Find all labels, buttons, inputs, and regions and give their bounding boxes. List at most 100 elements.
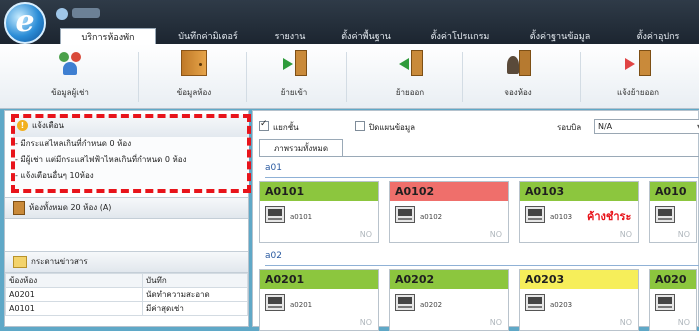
room-id: A0102	[390, 182, 508, 201]
room-code: a0103	[550, 213, 573, 221]
room-id: A020	[650, 270, 696, 289]
room-id: A0203	[520, 270, 638, 289]
news-board-header[interactable]: กระดานข่าวสาร	[5, 251, 248, 273]
alerts-header[interactable]: ! แจ้งเตือน	[13, 115, 249, 138]
table-cell: นัดทำความสะอาด	[142, 287, 248, 302]
reserve-room-button[interactable]: จองห้อง	[480, 50, 556, 106]
room-code: a0101	[290, 213, 313, 221]
news-board-title: กระดานข่าวสาร	[31, 257, 88, 266]
room-card-body: a0101 NO	[260, 201, 378, 242]
room-card-body: a0202 NO	[390, 289, 508, 330]
door-icon	[13, 200, 25, 215]
room-code: a0201	[290, 301, 313, 309]
notify-move-out-icon	[625, 50, 651, 76]
billing-cycle-label: รอบบิล	[557, 123, 582, 132]
table-cell: A0101	[5, 301, 143, 316]
quick-access-toolbar[interactable]	[56, 8, 116, 20]
overdue-note: ค้างชำระ	[587, 210, 632, 223]
meter-icon	[395, 206, 415, 223]
move-out-label: ย้ายออก	[395, 88, 425, 97]
tenant-info-button[interactable]: ข้อมูลผู้เช่า	[32, 50, 108, 106]
room-status: NO	[677, 318, 690, 327]
room-code: a0202	[420, 301, 443, 309]
room-status: NO	[619, 230, 632, 239]
room-card[interactable]: A0202 a0202 NO	[389, 269, 509, 331]
warning-icon: !	[17, 120, 28, 131]
room-card[interactable]: A0203 a0203 NO	[519, 269, 639, 331]
room-code: a0102	[420, 213, 443, 221]
reserve-room-icon	[505, 50, 531, 76]
app-logo[interactable]: e	[4, 2, 46, 44]
ribbon-separator	[246, 52, 247, 102]
room-id: A0202	[390, 270, 508, 289]
move-in-icon	[281, 50, 307, 76]
alerts-list: - มีกระแสไหลเกินที่กำหนด 0 ห้อง - มีผู้เ…	[13, 137, 249, 191]
all-rooms-label: ห้องทั้งหมด 20 ห้อง (A)	[29, 203, 112, 212]
meter-icon	[525, 294, 545, 311]
users-icon	[57, 50, 83, 76]
move-in-button[interactable]: ย้ายเข้า	[256, 50, 332, 106]
room-card-body: a0102 NO	[390, 201, 508, 242]
separate-floors-checkbox[interactable]	[259, 119, 269, 131]
room-overview-panel: แยกชั้น ปิดแผนข้อมูล รอบบิล N/A ▾ ภาพรวม…	[252, 110, 699, 331]
alert-line: - มีกระแสไหลเกินที่กำหนด 0 ห้อง	[15, 139, 132, 148]
quick-access-dropdown[interactable]	[72, 8, 100, 18]
table-row[interactable]: A0201 นัดทำความสะอาด	[5, 287, 248, 302]
tab-overview-all[interactable]: ภาพรวมทั้งหมด	[259, 139, 343, 156]
room-card-body: NO	[650, 289, 696, 330]
table-row[interactable]: A0101 มีค่าสุดเช่า	[5, 301, 248, 316]
tab-divider	[259, 156, 699, 157]
room-card-body: NO	[650, 201, 696, 242]
alert-line: - มีผู้เช่า แต่มีกระแสไฟฟ้าไหลเกินที่กำห…	[15, 155, 187, 164]
room-id: A010	[650, 182, 696, 201]
room-id: A0201	[260, 270, 378, 289]
room-card-body: a0201 NO	[260, 289, 378, 330]
room-card[interactable]: A020 NO	[649, 269, 697, 331]
ribbon-separator	[346, 52, 347, 102]
room-status: NO	[677, 230, 690, 239]
meter-icon	[655, 206, 675, 223]
room-card[interactable]: A0201 a0201 NO	[259, 269, 379, 331]
meter-icon	[525, 206, 545, 223]
room-status: NO	[359, 318, 372, 327]
meter-icon	[265, 294, 285, 311]
column-header-room[interactable]: ข้องห้อง	[5, 273, 143, 288]
room-card[interactable]: A0102 a0102 NO	[389, 181, 509, 243]
quick-access-icon[interactable]	[56, 8, 68, 20]
meter-icon	[395, 294, 415, 311]
table-header-row: ข้องห้อง บันทึก	[5, 273, 248, 288]
board-icon	[13, 255, 27, 268]
move-out-icon	[397, 50, 423, 76]
floor-divider	[265, 265, 699, 266]
room-code: a0203	[550, 301, 573, 309]
room-status: NO	[359, 230, 372, 239]
meter-icon	[265, 206, 285, 223]
room-card[interactable]: A0101 a0101 NO	[259, 181, 379, 243]
ribbon-separator	[580, 52, 581, 102]
left-panel: ! แจ้งเตือน - มีกระแสไหลเกินที่กำหนด 0 ห้…	[4, 110, 251, 327]
room-card-body: a0203 NO	[520, 289, 638, 330]
ribbon-separator	[138, 52, 139, 102]
move-out-button[interactable]: ย้ายออก	[372, 50, 448, 106]
room-id: A0103	[520, 182, 638, 201]
table-cell: มีค่าสุดเช่า	[142, 301, 248, 316]
room-info-label: ข้อมูลห้อง	[176, 88, 212, 97]
alerts-title: แจ้งเตือน	[32, 121, 64, 130]
room-info-button[interactable]: ข้อมูลห้อง	[156, 50, 232, 106]
billing-cycle-select[interactable]: N/A ▾	[594, 119, 699, 134]
hide-info-label: ปิดแผนข้อมูล	[369, 123, 416, 132]
notify-move-out-button[interactable]: แจ้งย้ายออก	[600, 50, 676, 106]
overview-toolbar: แยกชั้น ปิดแผนข้อมูล รอบบิล N/A ▾	[259, 119, 699, 135]
meter-icon	[655, 294, 675, 311]
floor-label: a02	[265, 251, 282, 261]
all-rooms-item[interactable]: ห้องทั้งหมด 20 ห้อง (A)	[5, 197, 248, 219]
hide-info-checkbox[interactable]	[355, 121, 365, 131]
title-bar: e บริการห้องพัก บันทึกค่ามิเตอร์ รายงาน …	[0, 0, 699, 46]
floor-label: a01	[265, 163, 282, 173]
room-card[interactable]: A010 NO	[649, 181, 697, 243]
floor-divider	[265, 177, 699, 178]
column-header-note[interactable]: บันทึก	[142, 273, 248, 288]
ribbon: ข้อมูลผู้เช่า ข้อมูลห้อง ย้ายเข้า ย้ายออ…	[0, 44, 699, 109]
room-id: A0101	[260, 182, 378, 201]
room-status: NO	[489, 318, 502, 327]
